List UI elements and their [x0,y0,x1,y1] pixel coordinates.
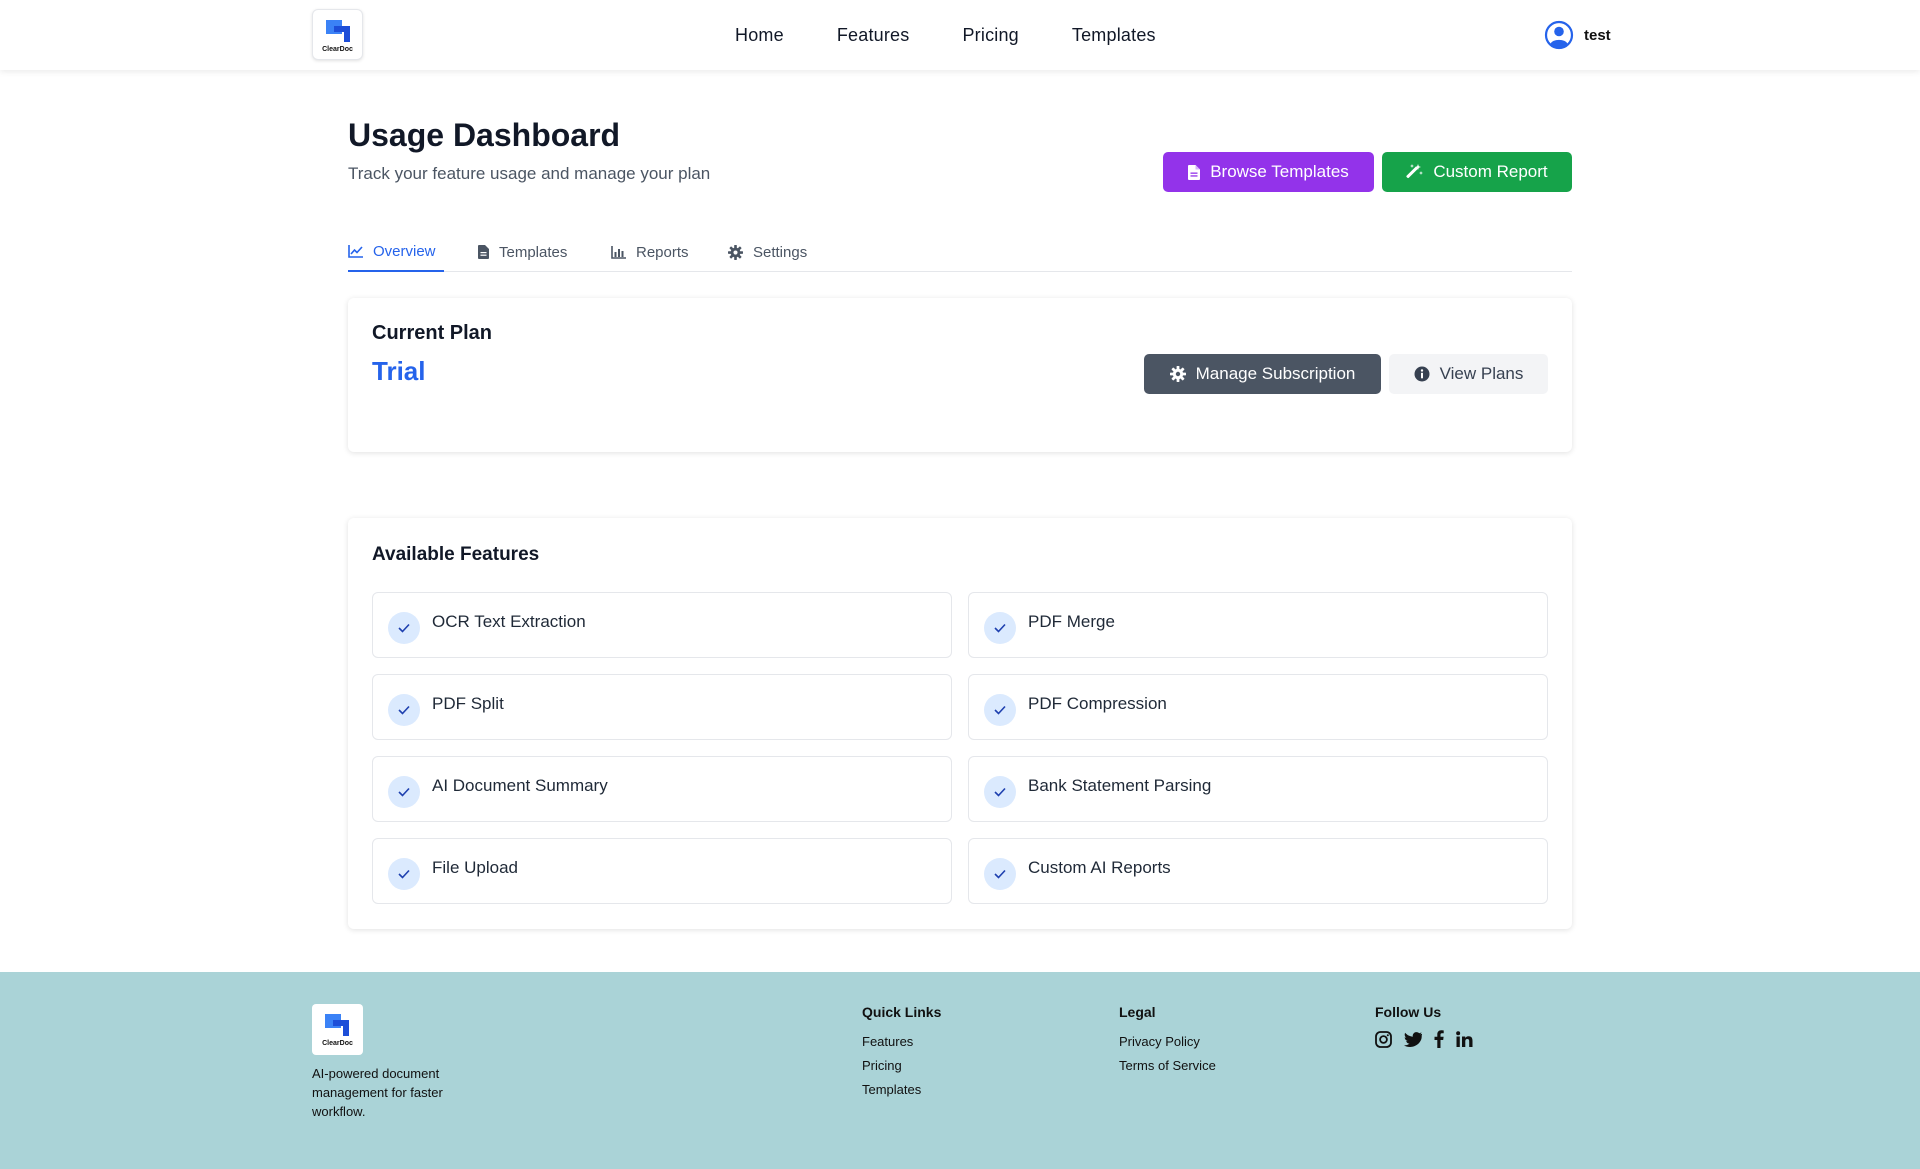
feature-name: PDF Split [432,694,504,713]
check-icon [388,694,420,726]
bar-chart-icon [611,245,626,259]
browse-templates-button[interactable]: Browse Templates [1163,152,1374,192]
nav-pricing[interactable]: Pricing [962,25,1018,46]
tab-overview-label: Overview [373,242,436,260]
feature-name: OCR Text Extraction [432,612,586,631]
check-icon [984,612,1016,644]
check-icon [984,776,1016,808]
feature-name: File Upload [432,858,518,877]
feature-item: Bank Statement Parsing [968,756,1548,822]
facebook-icon[interactable] [1434,1030,1444,1048]
gear-icon [1169,366,1186,382]
feature-item: PDF Merge [968,592,1548,658]
top-header: ClearDoc Home Features Pricing Templates… [0,0,1920,70]
feature-item: File Upload [372,838,952,904]
feature-name: AI Document Summary [432,776,608,795]
footer-link-terms[interactable]: Terms of Service [1119,1054,1216,1078]
footer-description: AI-powered document management for faste… [312,1066,443,1119]
footer-follow: Follow Us [1375,1004,1485,1048]
check-icon [388,776,420,808]
footer-link-features[interactable]: Features [862,1030,941,1054]
tab-settings-label: Settings [753,243,808,261]
page-subtitle: Track your feature usage and manage your… [348,164,711,183]
footer-legal: Legal Privacy Policy Terms of Service [1119,1004,1216,1078]
feature-name: PDF Compression [1028,694,1167,713]
main-nav: Home Features Pricing Templates [735,0,1209,70]
custom-report-button[interactable]: Custom Report [1382,152,1572,192]
footer-logo-text: ClearDoc [322,1040,353,1047]
instagram-icon[interactable] [1375,1030,1392,1048]
footer: ClearDoc AI-powered document management … [0,972,1920,1169]
twitter-icon[interactable] [1404,1031,1422,1047]
page-title: Usage Dashboard [348,117,621,153]
custom-report-label: Custom Report [1433,162,1548,181]
logo-icon [326,20,350,42]
logo-icon [325,1014,349,1036]
tab-settings[interactable]: Settings [728,232,807,272]
available-features-card: Available Features OCR Text Extraction P… [348,518,1572,929]
chart-line-icon [348,244,363,258]
feature-name: Bank Statement Parsing [1028,776,1212,795]
check-icon [388,858,420,890]
quick-links-title: Quick Links [862,1004,942,1020]
follow-title: Follow Us [1375,1004,1442,1020]
legal-title: Legal [1119,1004,1156,1020]
check-icon [984,858,1016,890]
feature-item: PDF Split [372,674,952,740]
tab-reports-label: Reports [636,243,689,261]
footer-link-pricing[interactable]: Pricing [862,1054,941,1078]
nav-features[interactable]: Features [837,25,910,46]
user-name: test [1584,26,1611,44]
logo-text: ClearDoc [322,46,353,53]
document-icon [478,245,489,259]
feature-item: OCR Text Extraction [372,592,952,658]
social-links [1375,1030,1485,1048]
user-menu[interactable]: test [1544,20,1611,50]
tab-templates-label: Templates [499,243,568,261]
info-icon [1414,366,1430,382]
nav-home[interactable]: Home [735,25,784,46]
logo[interactable]: ClearDoc [312,9,363,60]
check-icon [388,612,420,644]
nav-templates[interactable]: Templates [1072,25,1156,46]
footer-quick-links: Quick Links Features Pricing Templates [862,1004,941,1102]
user-avatar-icon [1544,20,1574,50]
document-icon [1188,164,1201,180]
current-plan-value: Trial [372,356,426,386]
current-plan-label: Current Plan [372,322,493,344]
dashboard-tabs: Overview Templates Reports Settings [348,232,1572,272]
manage-subscription-label: Manage Subscription [1195,364,1356,383]
view-plans-button[interactable]: View Plans [1389,354,1548,394]
tab-templates[interactable]: Templates [478,232,567,272]
footer-logo[interactable]: ClearDoc [312,1004,363,1055]
browse-templates-label: Browse Templates [1210,162,1349,181]
tab-reports[interactable]: Reports [611,232,689,272]
linkedin-icon[interactable] [1456,1031,1473,1047]
check-icon [984,694,1016,726]
feature-item: AI Document Summary [372,756,952,822]
manage-subscription-button[interactable]: Manage Subscription [1144,354,1381,394]
view-plans-label: View Plans [1439,364,1524,383]
footer-link-templates[interactable]: Templates [862,1078,941,1102]
magic-wand-icon [1406,163,1424,178]
feature-name: Custom AI Reports [1028,858,1171,877]
features-title: Available Features [372,544,540,565]
tab-overview[interactable]: Overview [348,232,444,272]
footer-link-privacy[interactable]: Privacy Policy [1119,1030,1216,1054]
feature-item: Custom AI Reports [968,838,1548,904]
feature-name: PDF Merge [1028,612,1115,631]
gear-icon [728,244,743,260]
feature-item: PDF Compression [968,674,1548,740]
current-plan-card: Current Plan Trial Manage Subscription V… [348,298,1572,452]
